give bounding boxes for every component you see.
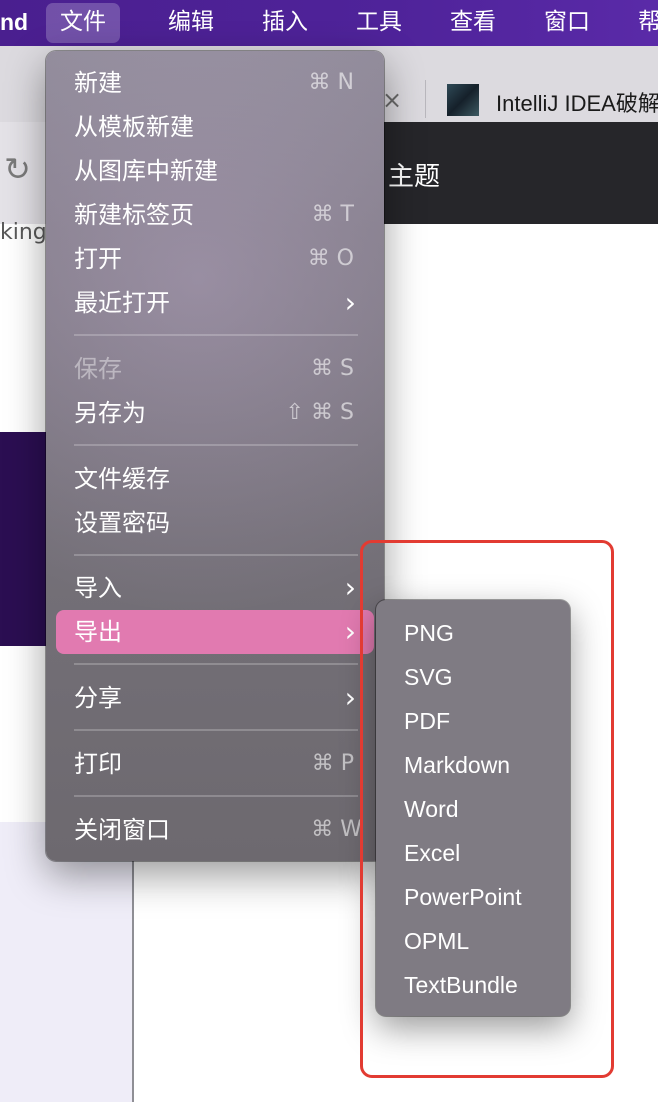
menu-item-shortcut: ⇧ ⌘ S [285, 400, 354, 425]
menu-item-label: 新建 [74, 69, 122, 97]
menu-item-shortcut: ⌘ T [311, 202, 354, 227]
annotation-highlight-box [360, 540, 614, 1078]
menu-item-open[interactable]: 打开 ⌘ O [46, 237, 384, 281]
menu-item-label: 另存为 [74, 399, 146, 427]
browser-tab-title[interactable]: IntelliJ IDEA破解 [496, 86, 658, 118]
menu-item-print[interactable]: 打印 ⌘ P [46, 742, 384, 786]
menu-item-shortcut: ⌘ O [307, 246, 354, 271]
menu-item-new-from-template[interactable]: 从模板新建 [46, 105, 384, 149]
chevron-right-icon: › [344, 286, 356, 319]
chevron-right-icon: › [344, 681, 356, 714]
menu-item-new-from-gallery[interactable]: 从图库中新建 [46, 149, 384, 193]
menu-insert[interactable]: 插入 [262, 0, 308, 46]
menu-item-label: 新建标签页 [74, 201, 194, 229]
menu-item-save-as[interactable]: 另存为 ⇧ ⌘ S [46, 391, 384, 435]
menu-tools[interactable]: 工具 [356, 0, 402, 46]
menu-item-label: 打印 [74, 750, 122, 778]
menu-item-file-cache[interactable]: 文件缓存 [46, 457, 384, 501]
menu-separator [74, 554, 358, 556]
menu-item-import[interactable]: 导入 › [46, 566, 384, 610]
menu-file[interactable]: 文件 [46, 3, 120, 43]
menu-item-label: 保存 [74, 355, 122, 383]
menu-edit[interactable]: 编辑 [168, 0, 214, 46]
menu-view[interactable]: 查看 [450, 0, 496, 46]
menu-help[interactable]: 帮 [638, 0, 658, 46]
app-name-menu[interactable]: nd [0, 0, 28, 46]
canvas-block [0, 432, 48, 646]
menu-item-shortcut: ⌘ W [311, 817, 362, 842]
menu-window[interactable]: 窗口 [544, 0, 590, 46]
menu-separator [74, 444, 358, 446]
menu-item-label: 关闭窗口 [74, 816, 170, 844]
menu-bar: nd 文件 编辑 插入 工具 查看 窗口 帮 [0, 0, 658, 46]
menu-item-close-window[interactable]: 关闭窗口 ⌘ W [46, 808, 384, 852]
menu-item-label: 分享 [74, 684, 122, 712]
tab-close-icon[interactable]: × [382, 86, 402, 114]
chevron-right-icon: › [344, 615, 356, 648]
menu-item-save: 保存 ⌘ S [46, 347, 384, 391]
url-fragment: king [0, 220, 47, 245]
menu-item-label: 文件缓存 [74, 465, 170, 493]
tab-favicon [447, 84, 479, 116]
menu-item-label: 打开 [74, 245, 122, 273]
menu-item-label: 导出 [74, 618, 122, 646]
chevron-right-icon: › [344, 571, 356, 604]
menu-item-label: 导入 [74, 574, 122, 602]
menu-item-shortcut: ⌘ P [311, 751, 354, 776]
file-menu: 新建 ⌘ N 从模板新建 从图库中新建 新建标签页 ⌘ T 打开 ⌘ O 最近打… [46, 51, 384, 861]
menu-separator [74, 729, 358, 731]
canvas-panel [0, 822, 132, 1102]
tab-divider [425, 80, 426, 118]
menu-item-shortcut: ⌘ S [311, 356, 354, 381]
menu-item-share[interactable]: 分享 › [46, 676, 384, 720]
menu-item-new-tab[interactable]: 新建标签页 ⌘ T [46, 193, 384, 237]
menu-separator [74, 334, 358, 336]
editor-header-title: 主题 [388, 162, 441, 192]
menu-item-label: 从模板新建 [74, 113, 194, 141]
menu-separator [74, 663, 358, 665]
menu-item-set-password[interactable]: 设置密码 [46, 501, 384, 545]
menu-item-new[interactable]: 新建 ⌘ N [46, 61, 384, 105]
menu-item-label: 从图库中新建 [74, 157, 218, 185]
menu-item-open-recent[interactable]: 最近打开 › [46, 281, 384, 325]
menu-separator [74, 795, 358, 797]
menu-item-export[interactable]: 导出 › [46, 610, 384, 654]
menu-item-shortcut: ⌘ N [308, 70, 354, 95]
reload-icon[interactable]: ↻ [4, 150, 31, 188]
menu-item-label: 设置密码 [74, 509, 170, 537]
menu-item-label: 最近打开 [74, 289, 170, 317]
